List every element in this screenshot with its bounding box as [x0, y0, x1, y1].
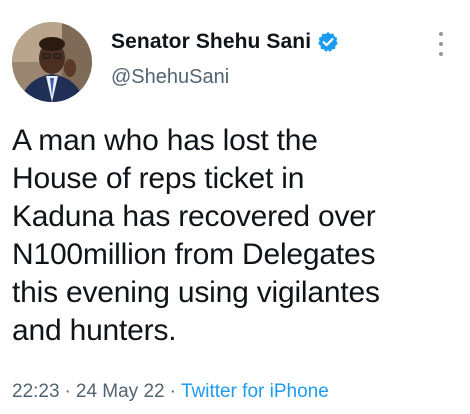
dot-icon	[439, 42, 443, 46]
tweet-date[interactable]: 24 May 22	[76, 381, 165, 402]
dot-icon	[439, 52, 443, 56]
author-name-row: Senator Shehu Sani	[111, 30, 339, 54]
author-avatar[interactable]	[12, 22, 92, 102]
author-handle[interactable]: @ShehuSani	[111, 66, 229, 89]
more-options-icon[interactable]	[433, 30, 449, 58]
verified-badge-icon	[317, 31, 339, 53]
tweet-source-link[interactable]: Twitter for iPhone	[181, 381, 329, 402]
tweet-meta: 22:23 · 24 May 22 · Twitter for iPhone	[12, 381, 329, 403]
author-display-name[interactable]: Senator Shehu Sani	[111, 30, 311, 54]
tweet-card: Senator Shehu Sani @ShehuSani A man who …	[0, 0, 470, 414]
avatar-photo-icon	[12, 22, 92, 102]
tweet-text: A man who has lost the House of reps tic…	[12, 124, 380, 347]
dot-icon	[439, 32, 443, 36]
meta-separator: ·	[64, 381, 71, 402]
meta-separator: ·	[169, 381, 176, 402]
tweet-time[interactable]: 22:23	[12, 381, 60, 402]
